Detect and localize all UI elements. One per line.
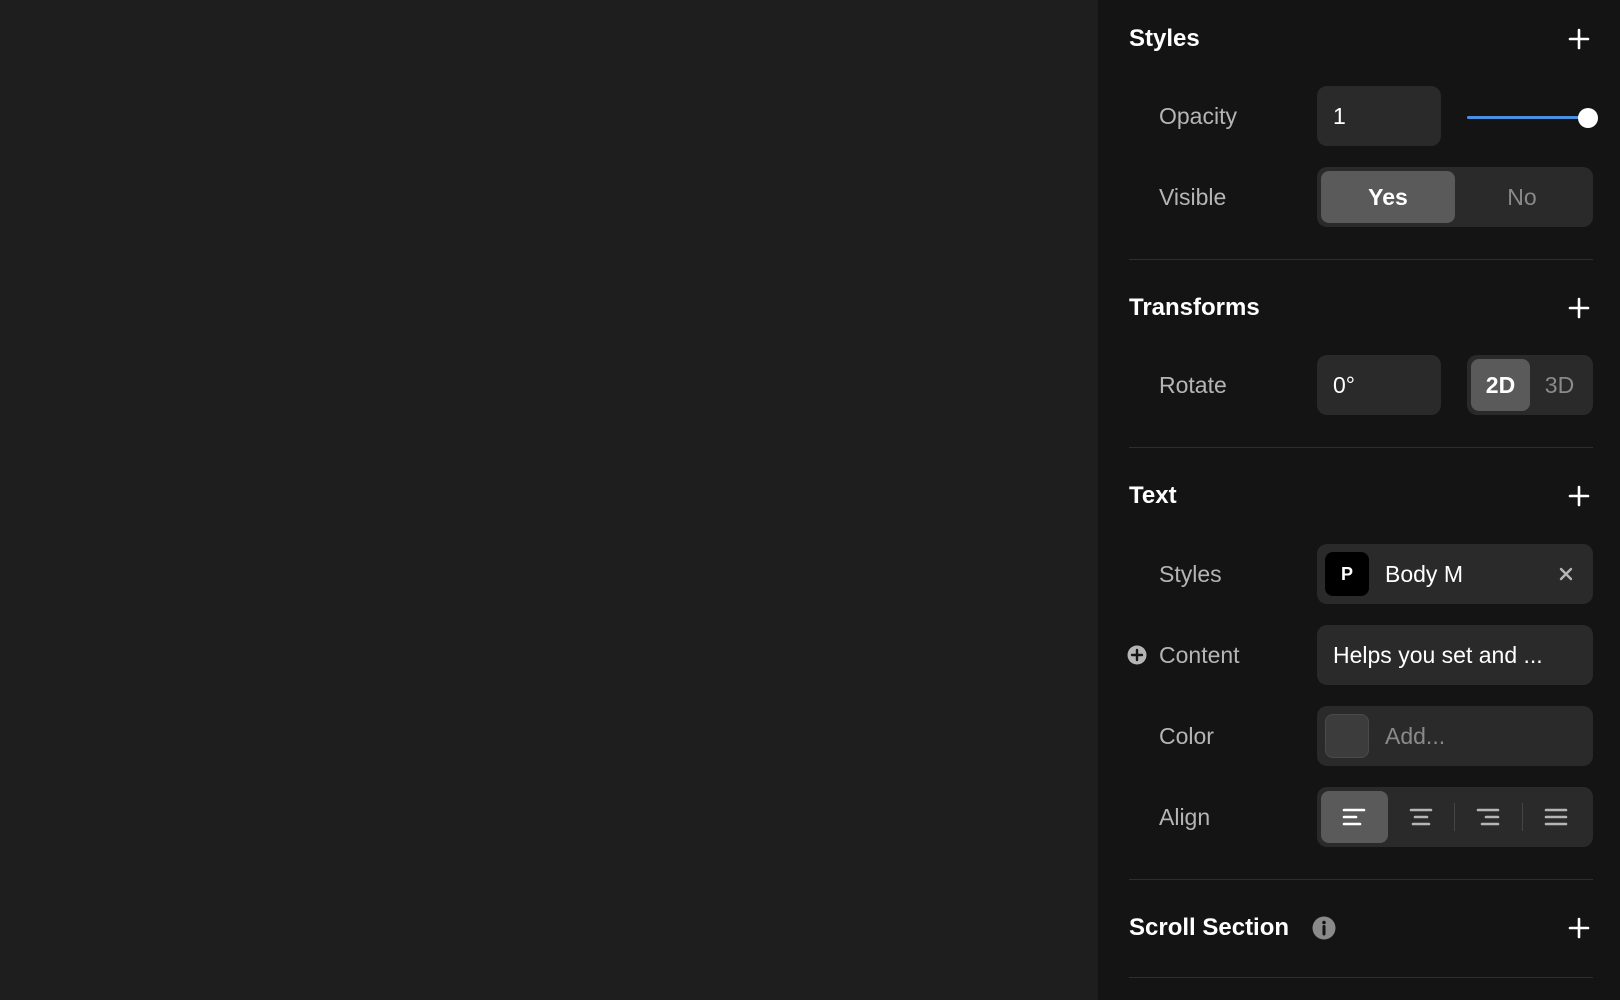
plus-icon — [1568, 297, 1590, 319]
opacity-slider-fill — [1467, 116, 1588, 119]
divider — [1129, 259, 1593, 260]
plus-icon — [1568, 485, 1590, 507]
scroll-section-info-button[interactable] — [1311, 915, 1337, 941]
section-title-scroll-section: Scroll Section — [1129, 914, 1290, 941]
info-icon — [1312, 916, 1336, 940]
align-left-button[interactable] — [1321, 791, 1388, 843]
divider — [1129, 447, 1593, 448]
visible-label: Visible — [1159, 183, 1227, 210]
align-justify-icon — [1544, 808, 1568, 826]
transform-mode-toggle: 2D 3D — [1467, 355, 1593, 415]
app: Styles Opacity 1 Visible Yes No Transfor… — [0, 0, 1620, 1000]
align-justify-button[interactable] — [1523, 791, 1590, 843]
color-swatch[interactable] — [1325, 714, 1369, 758]
text-section-header: Text — [1129, 476, 1593, 516]
add-scroll-section-button[interactable] — [1565, 914, 1593, 942]
mode-2d-option[interactable]: 2D — [1471, 359, 1530, 411]
opacity-label: Opacity — [1159, 102, 1237, 129]
add-style-button[interactable] — [1565, 25, 1593, 53]
content-value: Helps you set and ... — [1333, 641, 1543, 668]
transforms-section-header: Transforms — [1129, 288, 1593, 328]
scroll-section-title-group: Scroll Section — [1129, 914, 1337, 942]
opacity-value: 1 — [1333, 102, 1346, 129]
plus-icon — [1568, 28, 1590, 50]
paragraph-style-badge: P — [1325, 552, 1369, 596]
rotate-label: Rotate — [1159, 371, 1227, 398]
section-title-transforms: Transforms — [1129, 294, 1260, 321]
align-right-icon — [1476, 808, 1500, 826]
opacity-input[interactable]: 1 — [1317, 86, 1441, 146]
align-left-icon — [1342, 808, 1366, 826]
color-placeholder: Add... — [1385, 722, 1446, 749]
align-center-icon — [1409, 808, 1433, 826]
styles-section-header: Styles — [1129, 19, 1593, 59]
canvas-area[interactable] — [0, 0, 1098, 1000]
rotate-input[interactable]: 0° — [1317, 355, 1441, 415]
visible-toggle: Yes No — [1317, 167, 1593, 227]
align-label: Align — [1159, 803, 1211, 830]
text-style-selector[interactable]: P Body M — [1317, 544, 1593, 604]
content-label: Content — [1159, 641, 1240, 668]
color-label: Color — [1159, 722, 1214, 749]
mode-3d-option[interactable]: 3D — [1530, 359, 1589, 411]
section-title-text: Text — [1129, 482, 1177, 509]
color-picker-field[interactable]: Add... — [1317, 706, 1593, 766]
visible-no-option[interactable]: No — [1455, 171, 1589, 223]
add-text-button[interactable] — [1565, 482, 1593, 510]
align-center-button[interactable] — [1388, 791, 1455, 843]
plus-icon — [1568, 917, 1590, 939]
scroll-section-header: Scroll Section — [1129, 908, 1593, 948]
plus-circle-icon — [1127, 645, 1147, 665]
section-title-styles: Styles — [1129, 25, 1200, 52]
rotate-value: 0° — [1333, 371, 1355, 398]
text-styles-label: Styles — [1159, 560, 1222, 587]
content-input[interactable]: Helps you set and ... — [1317, 625, 1593, 685]
clear-style-button[interactable] — [1551, 559, 1581, 589]
add-transform-button[interactable] — [1565, 294, 1593, 322]
opacity-slider-thumb[interactable] — [1578, 108, 1598, 128]
opacity-slider[interactable] — [1467, 104, 1598, 132]
text-style-name: Body M — [1385, 560, 1463, 587]
text-align-toggle — [1317, 787, 1593, 847]
divider — [1129, 977, 1593, 978]
add-content-variable-button[interactable] — [1127, 645, 1147, 665]
divider — [1129, 879, 1593, 880]
visible-yes-option[interactable]: Yes — [1321, 171, 1455, 223]
align-right-button[interactable] — [1455, 791, 1522, 843]
close-icon — [1559, 567, 1573, 581]
